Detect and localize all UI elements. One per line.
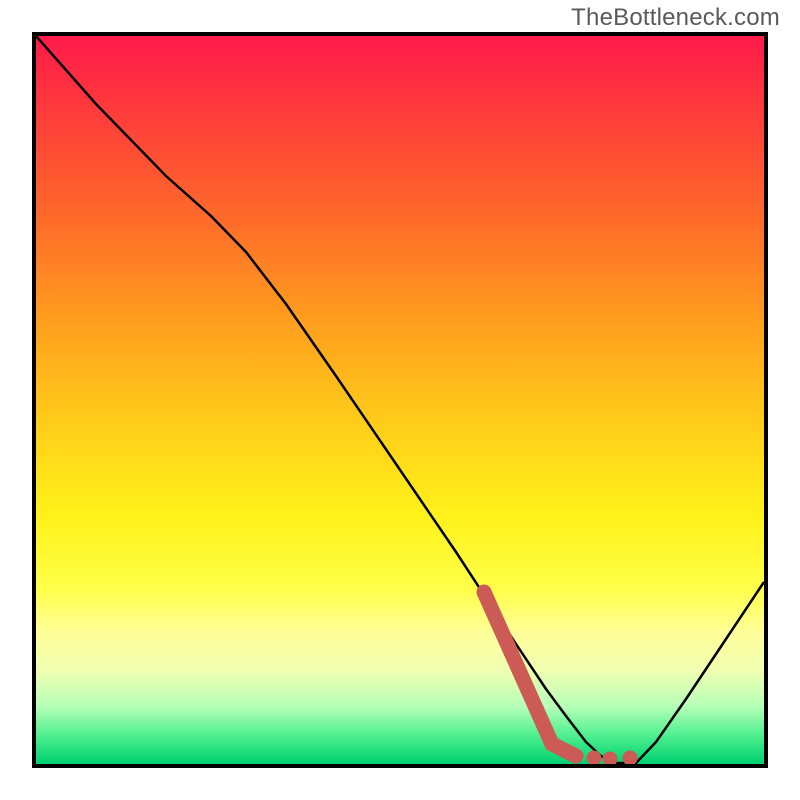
main-curve	[36, 36, 764, 763]
marker-stroke	[484, 592, 552, 744]
chart-container: TheBottleneck.com	[0, 0, 800, 800]
marker-dot	[623, 751, 638, 766]
chart-svg	[36, 36, 764, 764]
marker-dot	[603, 752, 618, 767]
marker-dot	[587, 751, 602, 766]
main-curve-group	[36, 36, 764, 763]
plot-frame	[32, 32, 768, 768]
marker-stroke	[552, 744, 576, 756]
watermark-text: TheBottleneck.com	[571, 4, 780, 32]
dotted-marker-group	[484, 592, 638, 767]
